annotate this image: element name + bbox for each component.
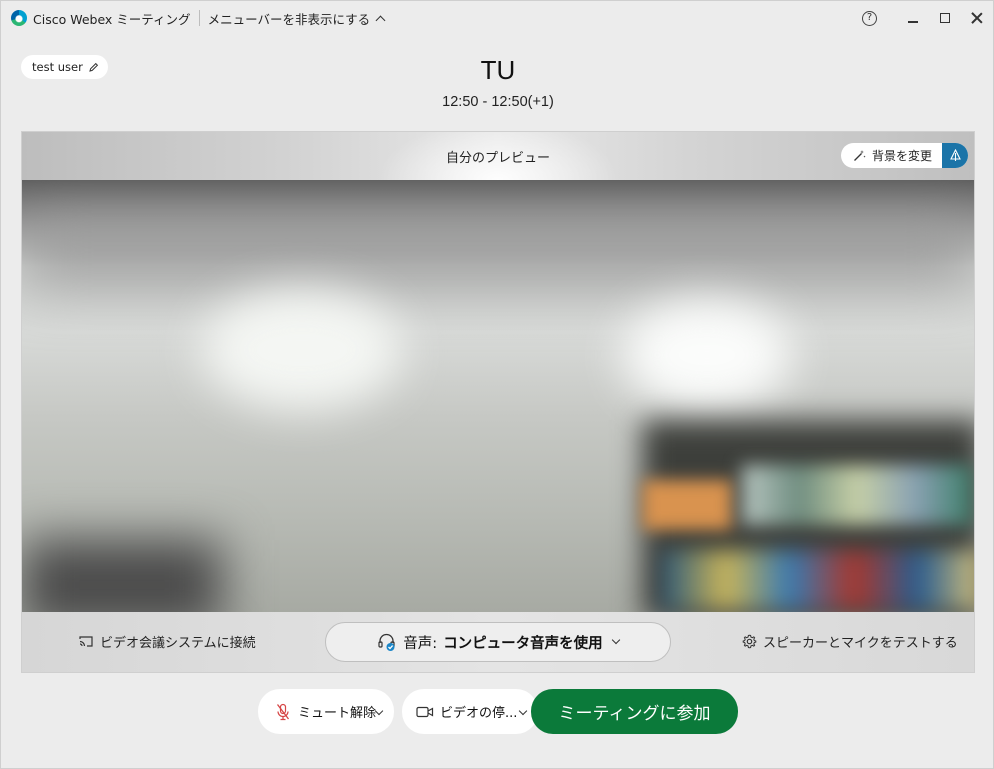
chevron-up-icon xyxy=(375,15,386,25)
video-blur-books-bottom xyxy=(662,550,974,610)
connect-video-system-button[interactable]: ビデオ会議システムに接続 xyxy=(78,632,256,651)
maximize-button[interactable] xyxy=(929,1,961,35)
gear-icon xyxy=(742,634,757,649)
title-separator xyxy=(198,10,200,26)
video-camera-icon xyxy=(416,706,434,717)
meeting-title: TU xyxy=(480,55,516,85)
stop-video-label: ビデオの停... xyxy=(440,706,518,721)
connect-video-system-label: ビデオ会議システムに接続 xyxy=(100,636,256,651)
join-meeting-button[interactable]: ミーティングに参加 xyxy=(531,689,738,734)
self-preview-panel: 自分のプレビュー 背景を変更 ビデオ会議システムに接続 音声: コンピュータ音声… xyxy=(21,131,975,673)
audio-option-dropdown[interactable]: 音声: コンピュータ音声を使用 xyxy=(325,622,671,662)
stop-video-button[interactable]: ビデオの停... xyxy=(402,689,538,734)
minimize-button[interactable] xyxy=(897,1,929,35)
video-blur-light-right xyxy=(622,300,792,410)
webex-logo-icon xyxy=(11,10,27,26)
cast-icon xyxy=(79,636,93,647)
video-blur-books-top xyxy=(742,465,972,525)
close-icon xyxy=(971,12,983,24)
preview-header: 自分のプレビュー 背景を変更 xyxy=(22,132,974,180)
minimize-icon xyxy=(908,21,918,23)
preview-footer: ビデオ会議システムに接続 音声: コンピュータ音声を使用 スピーカーとマイクをテ… xyxy=(22,612,974,672)
chevron-down-icon xyxy=(611,635,620,645)
chevron-down-icon[interactable] xyxy=(518,706,528,716)
muted-microphone-icon xyxy=(276,703,290,720)
chevron-down-icon[interactable] xyxy=(374,706,384,716)
maximize-icon xyxy=(940,13,950,23)
camera-preview-video xyxy=(22,180,974,612)
meeting-controls: ミュート解除 ビデオの停... ミーティングに参加 xyxy=(1,689,994,735)
webex-window: Cisco Webex ミーティング メニューバーを非表示にする ? test … xyxy=(0,0,994,769)
unmute-label: ミュート解除 xyxy=(298,706,377,721)
meeting-time: 12:50 - 12:50(+1) xyxy=(442,94,554,110)
unmute-button[interactable]: ミュート解除 xyxy=(258,689,394,734)
test-speaker-mic-label: スピーカーとマイクをテストする xyxy=(763,636,958,651)
background-filter-button[interactable] xyxy=(942,143,968,168)
test-speaker-mic-button[interactable]: スピーカーとマイクをテストする xyxy=(742,632,958,651)
tree-icon xyxy=(949,149,961,161)
video-blur-ceiling xyxy=(22,220,974,280)
magic-wand-icon xyxy=(854,150,866,161)
change-background-label: 背景を変更 xyxy=(871,149,932,163)
hide-menubar-label: メニューバーを非表示にする xyxy=(207,11,371,27)
hide-menubar-button[interactable]: メニューバーを非表示にする xyxy=(207,9,386,28)
help-icon[interactable]: ? xyxy=(862,10,877,26)
preview-label: 自分のプレビュー xyxy=(445,151,550,166)
audio-prefix: 音声: xyxy=(403,635,438,652)
change-background-button[interactable]: 背景を変更 xyxy=(841,143,942,168)
video-blur-orange-box xyxy=(642,480,732,530)
title-bar: Cisco Webex ミーティング メニューバーを非表示にする ? xyxy=(1,1,993,35)
app-title: Cisco Webex ミーティング xyxy=(33,11,191,27)
video-blur-light-left xyxy=(202,290,402,410)
video-blur-corner xyxy=(22,540,222,612)
headset-icon xyxy=(378,633,395,651)
audio-value: コンピュータ音声を使用 xyxy=(443,635,603,652)
change-background-control: 背景を変更 xyxy=(840,143,968,168)
window-controls: ? xyxy=(862,1,993,35)
close-button[interactable] xyxy=(961,1,993,35)
